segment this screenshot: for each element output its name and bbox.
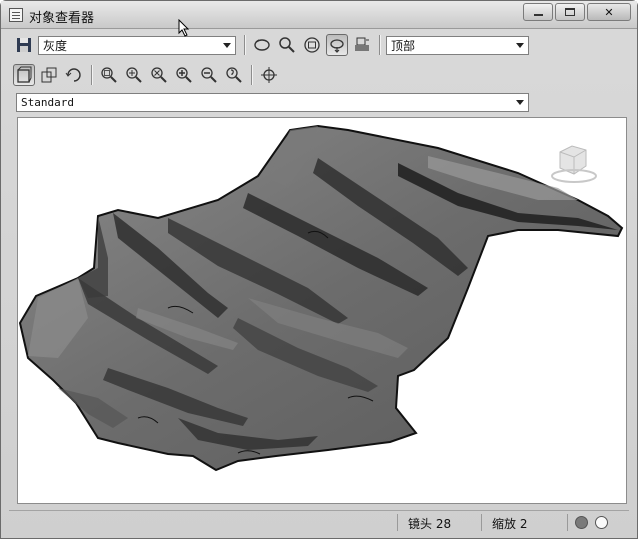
view-cube-icon — [17, 66, 32, 83]
view-cube-widget[interactable] — [551, 145, 597, 183]
close-icon: ✕ — [604, 5, 614, 19]
zoom-value: 2 — [519, 517, 528, 531]
view-cube-button[interactable] — [13, 64, 35, 86]
save-button[interactable] — [13, 34, 35, 56]
maximize-button[interactable] — [555, 3, 585, 21]
refresh-icon — [65, 68, 81, 82]
crosshair-icon — [261, 67, 277, 83]
print-icon — [355, 37, 369, 51]
minimize-button[interactable] — [523, 3, 553, 21]
crosshair-button[interactable] — [258, 64, 280, 86]
view-toolbar — [13, 63, 283, 87]
zoom-previous-button[interactable] — [223, 64, 245, 86]
zoom-status: 缩放 2 — [492, 515, 527, 532]
lens-status: 镜头 28 — [408, 515, 451, 532]
status-indicator-light-icon[interactable] — [595, 516, 608, 529]
minimize-icon — [533, 14, 543, 16]
zoom-label: 缩放 — [492, 517, 517, 531]
named-view-select[interactable]: Standard — [16, 93, 529, 112]
zoom-realtime-icon — [126, 67, 142, 83]
lens-value: 28 — [435, 517, 452, 531]
named-view-value: Standard — [21, 96, 74, 109]
pan-button[interactable] — [326, 34, 348, 56]
toolbar-separator — [91, 65, 92, 85]
status-divider — [481, 514, 482, 531]
zoom-in-button[interactable] — [173, 64, 195, 86]
status-bar: 镜头 28 缩放 2 — [9, 510, 629, 534]
status-divider — [397, 514, 398, 531]
print-button[interactable] — [351, 34, 373, 56]
zoom-fit-icon — [304, 37, 320, 53]
toolbar-separator — [251, 65, 252, 85]
zoom-extents-icon — [151, 67, 167, 83]
3d-viewport[interactable] — [17, 117, 627, 504]
orbit-icon — [254, 39, 270, 51]
zoom-realtime-button[interactable] — [123, 64, 145, 86]
zoom-window-button[interactable] — [98, 64, 120, 86]
status-divider — [567, 514, 568, 531]
zoom-out-icon — [201, 67, 217, 83]
lens-label: 镜头 — [408, 517, 433, 531]
status-indicator-dark-icon[interactable] — [575, 516, 588, 529]
window-title: 对象查看器 — [29, 11, 95, 26]
zoom-previous-icon — [226, 67, 242, 83]
terrain-model — [18, 124, 624, 472]
close-button[interactable]: ✕ — [587, 3, 631, 21]
zoom-out-button[interactable] — [198, 64, 220, 86]
copy-view-button[interactable] — [38, 64, 60, 86]
copy-view-icon — [41, 67, 57, 83]
refresh-button[interactable] — [63, 64, 85, 86]
visual-style-select[interactable]: 灰度 — [38, 35, 236, 55]
visual-style-value: 灰度 — [43, 38, 68, 53]
title-bar[interactable]: 对象查看器 ✕ — [1, 1, 637, 29]
top-toolbar: 灰度 顶部 — [13, 33, 529, 57]
view-direction-value: 顶部 — [391, 38, 416, 53]
zoom-in-icon — [176, 67, 192, 83]
zoom-icon — [279, 37, 295, 53]
toolbar-separator — [379, 35, 380, 55]
zoom-button[interactable] — [276, 34, 298, 56]
toolbar-separator — [244, 35, 245, 55]
mouse-pointer-icon — [178, 19, 190, 37]
app-icon — [9, 8, 23, 22]
chevron-down-icon — [516, 100, 524, 105]
pan-icon — [330, 39, 344, 53]
zoom-window-icon — [101, 67, 117, 83]
orbit-button[interactable] — [251, 34, 273, 56]
chevron-down-icon — [223, 42, 231, 48]
zoom-fit-button[interactable] — [301, 34, 323, 56]
chevron-down-icon — [516, 42, 524, 48]
object-viewer-window: 对象查看器 ✕ 灰度 顶部 Standard 镜头 28 缩放 2 — [0, 0, 638, 539]
maximize-icon — [565, 8, 575, 16]
zoom-extents-button[interactable] — [148, 64, 170, 86]
save-icon — [17, 38, 31, 52]
view-direction-select[interactable]: 顶部 — [386, 35, 529, 55]
